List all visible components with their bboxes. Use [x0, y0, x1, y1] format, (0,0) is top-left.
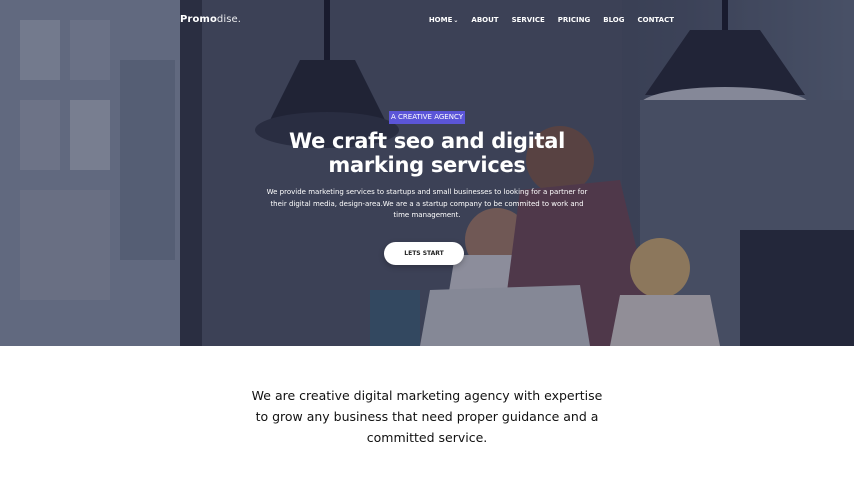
nav-item-label: HOME [428, 16, 453, 24]
logo-light-text: dise. [216, 14, 242, 25]
hero-subtext: We provide marketing services to startup… [266, 188, 588, 219]
lets-start-button[interactable]: LETS START [384, 242, 464, 265]
navbar: Promodise. HOME⌄ ABOUT SERVICE PRICING B… [0, 0, 854, 40]
brand-logo[interactable]: Promodise. [180, 14, 241, 25]
nav-item-contact[interactable]: CONTACT [637, 16, 674, 24]
logo-bold-text: Promo [180, 14, 217, 25]
hero-tag-badge: A CREATIVE AGENCY [389, 111, 465, 124]
chevron-down-icon: ⌄ [453, 17, 459, 24]
intro-text: We are creative digital marketing agency… [251, 388, 603, 445]
hero-headline: We craft seo and digital marking service… [227, 129, 627, 177]
hero-section: Promodise. HOME⌄ ABOUT SERVICE PRICING B… [0, 0, 854, 346]
hero-headline-line2: marking services [328, 153, 526, 177]
main-nav: HOME⌄ ABOUT SERVICE PRICING BLOG CONTACT [416, 16, 674, 24]
nav-item-blog[interactable]: BLOG [603, 16, 624, 24]
nav-item-about[interactable]: ABOUT [471, 16, 498, 24]
hero-headline-line1: We craft seo and digital [288, 129, 566, 153]
nav-item-pricing[interactable]: PRICING [558, 16, 590, 24]
nav-item-service[interactable]: SERVICE [512, 16, 545, 24]
nav-item-home[interactable]: HOME⌄ [429, 16, 459, 24]
